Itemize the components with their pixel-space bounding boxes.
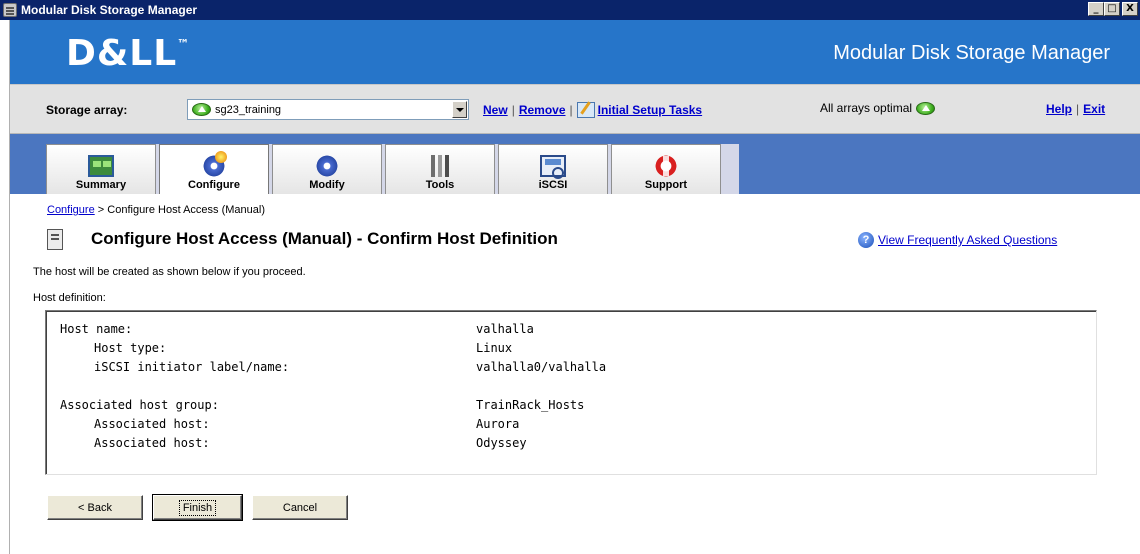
breadcrumb-separator: >	[97, 204, 105, 216]
host-def-key: Associated host:	[94, 436, 210, 450]
back-button[interactable]: < Back	[47, 495, 143, 520]
window-controls: _ □ X	[1088, 2, 1138, 16]
support-lifebuoy-icon	[653, 155, 679, 177]
tab-label: Support	[644, 179, 688, 191]
iscsi-icon	[540, 155, 566, 179]
optimal-status-icon	[916, 101, 936, 115]
storage-array-label-text: Storage array:	[46, 103, 128, 117]
arrays-status-text: All arrays optimal	[820, 101, 913, 115]
storage-array-select[interactable]: sg23_training	[187, 99, 469, 120]
dell-logo-text: D&LL	[66, 33, 178, 74]
host-page-icon	[47, 229, 63, 250]
new-array-link[interactable]: New	[483, 103, 508, 117]
storage-array-bar: Storage array: sg23_training New | Remov…	[10, 84, 1140, 134]
tab-label: Configure	[188, 179, 240, 191]
selected-array-name: sg23_training	[215, 103, 282, 116]
tab-support[interactable]: Support	[611, 144, 721, 194]
link-separator: |	[1076, 102, 1080, 116]
tab-modify[interactable]: Modify	[272, 144, 382, 194]
host-def-value: valhalla	[476, 322, 534, 336]
maximize-button[interactable]: □	[1104, 2, 1120, 16]
optimal-status-icon	[192, 103, 211, 116]
dell-banner: D&LL™ Modular Disk Storage Manager	[10, 20, 1140, 84]
page-title: Configure Host Access (Manual) - Confirm…	[91, 229, 558, 248]
host-def-value: Linux	[476, 341, 513, 355]
tab-label: Modify	[309, 179, 345, 191]
main-tabs: Summary Configure Modify Tools iSCSI Sup…	[46, 144, 739, 194]
chevron-down-icon[interactable]	[452, 101, 467, 118]
host-def-row: Host name: valhalla	[60, 322, 1080, 340]
host-def-key: iSCSI initiator label/name:	[94, 360, 290, 374]
configure-gear-icon	[201, 151, 227, 177]
arrays-status: All arrays optimal	[820, 101, 936, 115]
help-link[interactable]: Help	[1046, 102, 1072, 116]
tools-icon	[427, 155, 453, 177]
tab-label: Summary	[75, 179, 127, 191]
host-def-value: valhalla0/valhalla	[476, 360, 607, 374]
initial-setup-tasks-link[interactable]: Initial Setup Tasks	[598, 103, 702, 117]
breadcrumb: Configure > Configure Host Access (Manua…	[47, 204, 265, 216]
array-links: New | Remove | Initial Setup Tasks	[483, 102, 702, 118]
link-separator: |	[569, 103, 573, 117]
host-def-key: Host name:	[60, 322, 133, 336]
window-titlebar: Modular Disk Storage Manager _ □ X	[0, 0, 1140, 20]
dell-logo: D&LL™	[66, 33, 190, 74]
trademark-symbol: ™	[177, 37, 191, 51]
modify-gear-icon	[314, 155, 340, 177]
help-exit-links: Help | Exit	[1046, 102, 1105, 116]
host-def-row: Associated host group: TrainRack_Hosts	[60, 398, 1080, 416]
setup-tasks-icon[interactable]	[576, 102, 595, 118]
minimize-button[interactable]: _	[1088, 2, 1104, 16]
exit-link[interactable]: Exit	[1083, 102, 1105, 116]
faq-link[interactable]: View Frequently Asked Questions	[878, 233, 1057, 247]
host-def-key: Associated host group:	[60, 398, 219, 412]
breadcrumb-configure-link[interactable]: Configure	[47, 204, 95, 216]
breadcrumb-current: Configure Host Access (Manual)	[107, 204, 265, 216]
host-def-value: Aurora	[476, 417, 520, 431]
link-separator: |	[511, 103, 515, 117]
tab-label: Tools	[425, 179, 455, 191]
tab-summary[interactable]: Summary	[46, 144, 156, 194]
help-question-icon[interactable]: ?	[858, 232, 874, 248]
host-def-value: TrainRack_Hosts	[476, 398, 585, 412]
host-def-row: Associated host: Aurora	[60, 417, 1080, 435]
tab-iscsi[interactable]: iSCSI	[498, 144, 608, 194]
product-name: Modular Disk Storage Manager	[833, 42, 1110, 64]
storage-manager-app-icon	[3, 3, 17, 17]
host-definition-box: Host name: valhalla Host type: Linux iSC…	[45, 310, 1097, 475]
host-def-value: Odyssey	[476, 436, 527, 450]
tab-tools[interactable]: Tools	[385, 144, 495, 194]
intro-text: The host will be created as shown below …	[33, 266, 306, 278]
finish-button-label: Finish	[178, 499, 217, 516]
tab-configure[interactable]: Configure	[159, 144, 269, 194]
host-def-row: Associated host: Odyssey	[60, 436, 1080, 454]
host-def-row: Host type: Linux	[60, 341, 1080, 359]
window-title: Modular Disk Storage Manager	[21, 3, 198, 17]
close-button[interactable]: X	[1122, 2, 1138, 16]
remove-array-link[interactable]: Remove	[519, 103, 566, 117]
host-def-key: Host type:	[94, 341, 167, 355]
tab-label: iSCSI	[538, 179, 568, 191]
tab-strip: Summary Configure Modify Tools iSCSI Sup…	[10, 134, 1140, 194]
faq-link-group: ? View Frequently Asked Questions	[858, 232, 1057, 248]
finish-button[interactable]: Finish	[152, 494, 243, 521]
cancel-button[interactable]: Cancel	[252, 495, 348, 520]
summary-icon	[88, 155, 114, 177]
host-def-key: Associated host:	[94, 417, 210, 431]
host-def-row: iSCSI initiator label/name: valhalla0/va…	[60, 360, 1080, 378]
storage-array-label: Storage array:	[46, 103, 127, 117]
host-definition-label: Host definition:	[33, 292, 106, 304]
